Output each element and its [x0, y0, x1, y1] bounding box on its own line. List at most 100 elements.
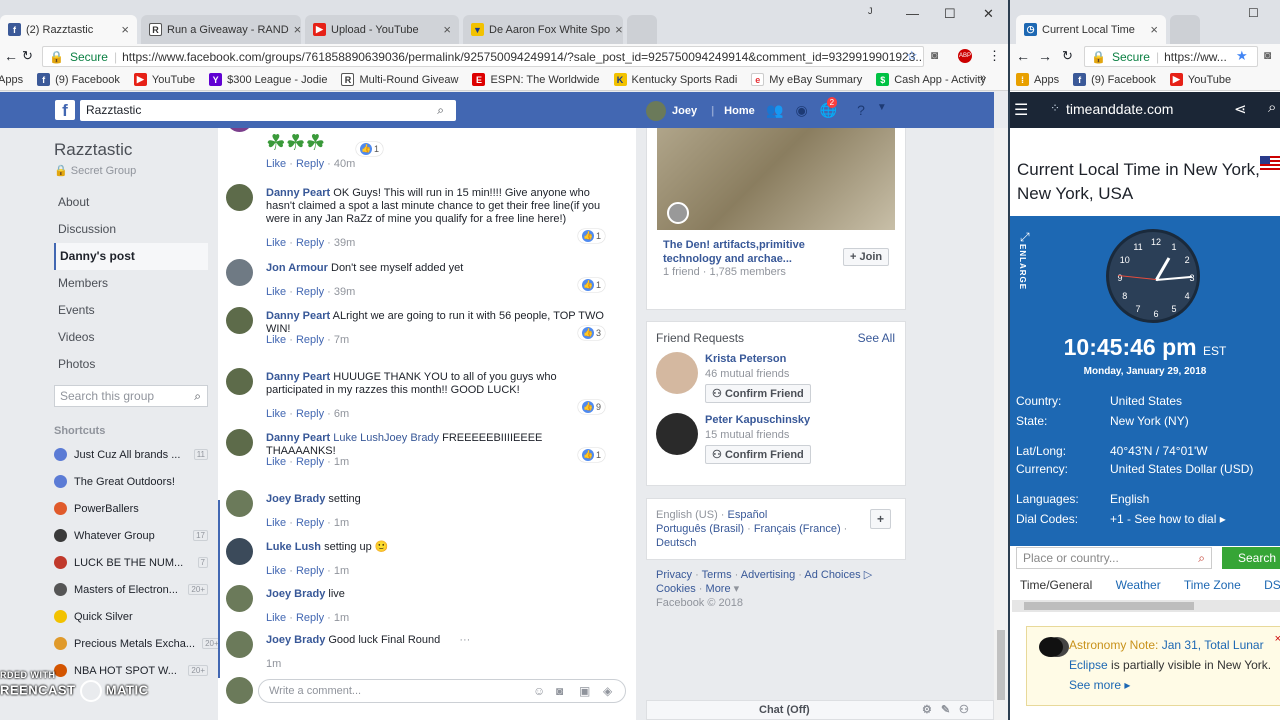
shortcut-item[interactable]: The Great Outdoors! [54, 468, 208, 495]
shortcut-item[interactable]: PowerBallers [54, 495, 208, 522]
reply-link[interactable]: Reply [296, 408, 324, 420]
profile-icon[interactable]: J [868, 6, 873, 16]
like-link[interactable]: Like [266, 286, 286, 298]
bookmark-giveaway[interactable]: R Multi-Round Giveaw [341, 73, 458, 86]
like-link[interactable]: Like [266, 612, 286, 624]
nav-members[interactable]: Members [54, 270, 208, 297]
tab-youtube[interactable]: ▶ Upload - YouTube × [305, 15, 459, 44]
site-name[interactable]: timeanddate.com [1066, 101, 1173, 117]
like-link[interactable]: Like [266, 408, 286, 420]
avatar[interactable] [226, 429, 253, 456]
avatar[interactable] [226, 184, 253, 211]
comment-author[interactable]: Danny Peart [266, 432, 330, 444]
bookmark-espn[interactable]: E ESPN: The Worldwide [472, 73, 600, 86]
like-count[interactable]: 👍 9 [578, 400, 606, 414]
avatar[interactable] [226, 128, 253, 132]
tab-random[interactable]: R Run a Giveaway - RAND × [141, 15, 301, 44]
tab-facebook[interactable]: f (2) Razztastic × [0, 15, 137, 44]
language-link[interactable]: Español [728, 509, 768, 521]
comment-author[interactable]: Danny Peart [266, 371, 330, 383]
notifications-icon[interactable]: 🌐 2 [820, 97, 838, 119]
back-icon[interactable]: ← [1016, 48, 1030, 64]
shortcut-item[interactable]: Quick Silver [54, 603, 208, 630]
search-icon[interactable]: ⌕ [437, 100, 444, 121]
language-link[interactable]: Português (Brasil) [656, 523, 744, 535]
nav-events[interactable]: Events [54, 297, 208, 324]
avatar[interactable] [656, 413, 698, 455]
scroll-thumb[interactable] [1024, 602, 1194, 610]
bookmark-apps[interactable]: ⁞ Apps [1016, 73, 1059, 86]
camera-icon[interactable]: ◙ [931, 48, 938, 62]
reload-icon[interactable]: ↻ [1062, 48, 1073, 64]
nav-about[interactable]: About [54, 189, 208, 216]
shortcut-item[interactable]: Precious Metals Excha... 20+ [54, 630, 222, 657]
close-icon[interactable]: × [443, 22, 451, 37]
avatar[interactable] [226, 490, 253, 517]
avatar[interactable] [226, 585, 253, 612]
place-search-input[interactable]: Place or country... ⌕ [1016, 547, 1212, 569]
new-tab-button[interactable] [627, 15, 657, 44]
avatar[interactable] [226, 631, 253, 658]
close-icon[interactable]: × [294, 22, 301, 37]
group-chat-icon[interactable]: ⚇ [959, 703, 969, 716]
maximize-icon[interactable]: ☐ [944, 6, 956, 22]
group-title[interactable]: Razztastic [54, 140, 208, 160]
search-icon[interactable]: ⌕ [1268, 99, 1276, 116]
expand-icon[interactable]: ⤢ [1020, 230, 1030, 245]
tab-weather[interactable]: Weather [1116, 578, 1161, 592]
like-link[interactable]: Like [266, 517, 286, 529]
comment-author[interactable]: Danny Peart [266, 187, 330, 199]
like-count[interactable]: 👍 1 [578, 448, 606, 462]
star-icon[interactable]: ☆ [906, 48, 918, 64]
bookmark-facebook[interactable]: f (9) Facebook [37, 73, 120, 86]
close-icon[interactable]: × [615, 22, 623, 37]
bookmark-facebook[interactable]: f (9) Facebook [1073, 73, 1156, 86]
close-icon[interactable]: × [121, 22, 129, 37]
like-count[interactable]: 👍 1 [356, 142, 384, 156]
tab-time-zone[interactable]: Time Zone [1184, 578, 1241, 592]
avatar[interactable] [226, 538, 253, 565]
comment-options-icon[interactable]: ··· [459, 634, 470, 646]
avatar[interactable] [226, 259, 253, 286]
facebook-logo-icon[interactable]: f [55, 100, 75, 120]
comment-mention[interactable]: Luke LushJoey Brady [333, 432, 439, 444]
maximize-icon[interactable]: ☐ [1248, 6, 1259, 20]
nav-videos[interactable]: Videos [54, 324, 208, 351]
reply-link[interactable]: Reply [296, 237, 324, 249]
hamburger-menu-icon[interactable]: ☰ [1014, 100, 1028, 120]
close-icon[interactable]: × [1275, 629, 1280, 649]
comment-author[interactable]: Luke Lush [266, 541, 321, 553]
reply-link[interactable]: Reply [296, 456, 324, 468]
close-icon[interactable]: × [1150, 22, 1158, 37]
close-window-icon[interactable]: ✕ [983, 6, 994, 22]
bookmark-league[interactable]: Y $300 League - Jodie [209, 73, 327, 86]
page-scrollbar[interactable] [994, 128, 1008, 720]
enlarge-label[interactable]: ENLARGE [1018, 244, 1027, 290]
tab-timeanddate[interactable]: ◷ Current Local Time × [1016, 15, 1166, 44]
gear-icon[interactable]: ⚙ [922, 703, 932, 716]
messenger-icon[interactable]: ◉ [795, 102, 807, 119]
new-tab-button[interactable] [1170, 15, 1200, 44]
share-icon[interactable]: ⋖ [1234, 100, 1247, 118]
see-all-link[interactable]: See All [858, 331, 895, 345]
shortcut-item[interactable]: Whatever Group 17 [54, 522, 208, 549]
like-count[interactable]: 👍 1 [578, 229, 606, 243]
tabs-scrollbar[interactable] [1012, 600, 1280, 612]
reload-icon[interactable]: ↻ [22, 48, 33, 64]
bookmark-cashapp[interactable]: $ Cash App - Activity [876, 73, 986, 86]
star-icon[interactable]: ★ [1236, 48, 1248, 64]
language-link[interactable]: Deutsch [656, 537, 696, 549]
nav-discussion[interactable]: Discussion [54, 216, 208, 243]
comment-author[interactable]: Danny Peart [266, 310, 330, 322]
bookmark-youtube[interactable]: ▶ YouTube [1169, 73, 1231, 86]
adblock-icon[interactable]: ABP [958, 49, 972, 63]
reply-link[interactable]: Reply [296, 334, 324, 346]
friends-icon[interactable]: 👥 [766, 102, 783, 119]
back-icon[interactable]: ← [4, 48, 18, 64]
camera-icon[interactable]: ◙ [1264, 48, 1271, 62]
shortcut-item[interactable]: Just Cuz All brands ... 11 [54, 441, 208, 468]
see-more-link[interactable]: See more ▸ [1069, 678, 1130, 692]
like-link[interactable]: Like [266, 456, 286, 468]
tab-time-general[interactable]: Time/General [1020, 578, 1092, 592]
like-link[interactable]: Like [266, 565, 286, 577]
